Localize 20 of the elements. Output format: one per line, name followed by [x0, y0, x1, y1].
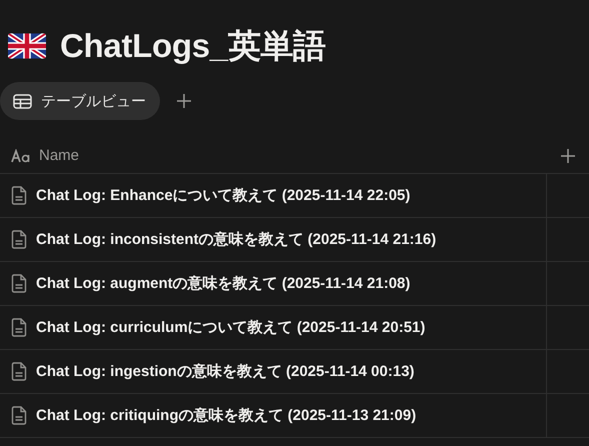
row-title[interactable]: Chat Log: Enhanceについて教えて (2025-11-14 22:05): [36, 186, 410, 205]
flag-icon: [8, 33, 46, 59]
row-title[interactable]: Chat Log: augmentの意味を教えて (2025-11-14 21:08): [36, 274, 410, 293]
add-property-icon[interactable]: [560, 148, 576, 164]
row-title[interactable]: Chat Log: curriculumについて教えて (2025-11-14 20:51): [36, 318, 426, 337]
row-title[interactable]: Chat Log: critiquingの意味を教えて (2025-11-13 21:09): [36, 406, 416, 425]
row-title[interactable]: Chat Log: inconsistentの意味を教えて (2025-11-14 21:16): [36, 230, 436, 249]
page-icon: [11, 186, 27, 205]
add-view-icon[interactable]: [176, 93, 192, 109]
page-icon: [11, 318, 27, 337]
page-icon: [11, 406, 27, 425]
page-icon: [11, 362, 27, 381]
view-tab[interactable]: テーブルビュー: [0, 82, 160, 120]
page-title: ChatLogs_英単語: [60, 26, 326, 66]
text-type-icon: [10, 148, 31, 162]
table-icon: [13, 94, 32, 108]
page-icon: [11, 230, 27, 249]
page-icon: [11, 274, 27, 293]
row-title[interactable]: Chat Log: ingestionの意味を教えて (2025-11-14 00:13): [36, 362, 414, 381]
column-header[interactable]: Name: [39, 147, 80, 164]
